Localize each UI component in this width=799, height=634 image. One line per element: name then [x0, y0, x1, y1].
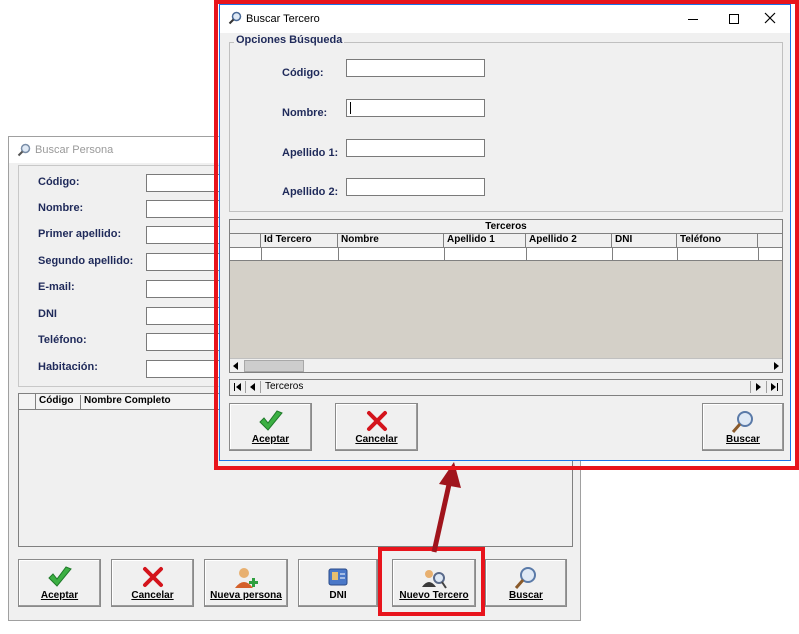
grid-header-dni[interactable]: DNI: [612, 234, 677, 247]
first-record-icon: [234, 383, 235, 391]
field-label-apellido-1: Apellido 1:: [282, 147, 339, 159]
window-title: Buscar Tercero: [246, 13, 320, 25]
accept-label: Aceptar: [251, 434, 290, 445]
field-label-nombre: Nombre:: [38, 202, 84, 214]
field-label-telefono: Teléfono:: [38, 334, 87, 346]
close-icon[interactable]: [764, 12, 776, 24]
last-record-button[interactable]: [766, 381, 781, 393]
grid-header-id-tercero[interactable]: Id Tercero: [261, 234, 338, 247]
nombre-input[interactable]: [346, 99, 485, 117]
cancel-label: Cancelar: [355, 434, 398, 445]
accept-button[interactable]: Aceptar: [229, 403, 312, 451]
magnifier-icon: [17, 143, 31, 157]
field-label-email: E-mail:: [38, 281, 75, 293]
search-button[interactable]: Buscar: [702, 403, 784, 451]
field-label-apellido-2: Apellido 2:: [282, 186, 339, 198]
grid-header-nombre[interactable]: Nombre: [338, 234, 444, 247]
grid-header-row: Id Tercero Nombre Apellido 1 Apellido 2 …: [230, 234, 782, 248]
magnifier-icon: [514, 567, 536, 589]
codigo-input[interactable]: [346, 59, 485, 77]
prev-record-button[interactable]: [246, 381, 261, 393]
grid-header-apellido-1[interactable]: Apellido 1: [444, 234, 526, 247]
record-navigator: Terceros: [229, 379, 783, 396]
field-label-habitacion: Habitación:: [38, 361, 98, 373]
accept-button[interactable]: Aceptar: [18, 559, 101, 607]
maximize-icon[interactable]: [720, 11, 748, 27]
field-label-codigo: Código:: [282, 67, 324, 79]
arrow-annotation: [431, 462, 461, 553]
next-record-button[interactable]: [750, 381, 765, 393]
magnifier-icon: [731, 411, 753, 433]
dni-label: DNI: [329, 590, 347, 601]
cancel-label: Cancelar: [131, 590, 174, 601]
grid-header-apellido-2[interactable]: Apellido 2: [526, 234, 612, 247]
id-card-icon: [328, 568, 348, 586]
horizontal-scrollbar[interactable]: [230, 358, 782, 372]
search-label: Buscar: [509, 590, 543, 601]
scroll-left-icon[interactable]: [233, 362, 238, 370]
field-label-primer-apellido: Primer apellido:: [38, 228, 122, 240]
new-person-button[interactable]: Nueva persona: [204, 559, 288, 607]
field-label-nombre: Nombre:: [282, 107, 328, 119]
magnifier-icon: [228, 11, 242, 25]
grid-caption: Terceros: [230, 220, 782, 234]
title-bar: Buscar Tercero: [220, 5, 790, 33]
grid-header-codigo[interactable]: Código: [36, 395, 81, 409]
field-label-codigo: Código:: [38, 176, 80, 188]
apellido-2-input[interactable]: [346, 178, 485, 196]
red-x-icon: [366, 411, 387, 431]
next-record-icon: [756, 383, 761, 391]
minimize-icon[interactable]: [680, 11, 708, 27]
accept-label: Aceptar: [40, 590, 79, 601]
last-record-icon: [771, 383, 776, 391]
red-x-icon: [142, 567, 163, 587]
group-title: Opciones Búsqueda: [234, 34, 345, 46]
terceros-grid[interactable]: Terceros Id Tercero Nombre Apellido 1 Ap…: [229, 219, 783, 373]
text-cursor: [350, 102, 351, 114]
window-title: Buscar Persona: [35, 144, 114, 156]
search-label: Buscar: [726, 434, 760, 445]
add-person-icon: [235, 568, 258, 588]
search-button[interactable]: Buscar: [485, 559, 567, 607]
prev-record-icon: [250, 383, 255, 391]
grid-row-indicator: [230, 234, 261, 247]
checkmark-icon: [258, 410, 283, 431]
grid-empty-row[interactable]: [230, 248, 782, 261]
cancel-button[interactable]: Cancelar: [111, 559, 194, 607]
new-person-label: Nueva persona: [210, 590, 282, 601]
checkmark-icon: [47, 566, 72, 587]
field-label-segundo-apellido: Segundo apellido:: [38, 255, 134, 267]
grid-header-nombre-completo[interactable]: Nombre Completo: [81, 395, 221, 409]
navigator-label: Terceros: [265, 381, 304, 392]
grid-row-indicator: [19, 394, 36, 409]
first-record-button[interactable]: [231, 381, 246, 393]
scrollbar-thumb[interactable]: [244, 360, 304, 372]
scroll-right-icon[interactable]: [774, 362, 779, 370]
highlight-nuevo-tercero: [378, 547, 485, 616]
buscar-tercero-window: Buscar Tercero Opciones Búsqueda Código:…: [219, 4, 791, 461]
cancel-button[interactable]: Cancelar: [335, 403, 418, 451]
dni-button[interactable]: DNI: [298, 559, 378, 607]
apellido-1-input[interactable]: [346, 139, 485, 157]
field-label-dni: DNI: [38, 308, 57, 320]
grid-header-telefono[interactable]: Teléfono: [677, 234, 758, 247]
